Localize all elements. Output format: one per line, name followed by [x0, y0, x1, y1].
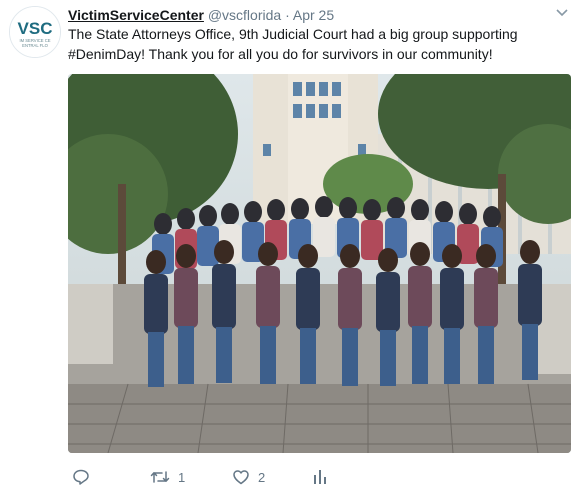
vsc-logo-text: VSC [18, 19, 53, 38]
tweet-actions: 1 2 [68, 466, 568, 488]
tweet-photo[interactable] [68, 74, 571, 453]
tweet-timestamp[interactable]: Apr 25 [293, 7, 334, 23]
author-name[interactable]: VictimServiceCenter [68, 7, 204, 23]
tweet-header: VictimServiceCenter @vscflorida · Apr 25 [68, 6, 550, 24]
tweet-text: The State Attorneys Office, 9th Judicial… [68, 24, 558, 64]
reply-button[interactable] [72, 466, 98, 488]
group-photo-icon [68, 74, 571, 453]
heart-icon [233, 470, 249, 485]
analytics-icon [314, 470, 326, 484]
author-avatar[interactable]: VSC IM SERVICE CE ENTRAL FLO [9, 6, 61, 58]
like-count: 2 [258, 469, 266, 485]
tweet-text-line-2: #DenimDay! Thank you for all you do for … [68, 46, 493, 62]
tweet-text-line-1: The State Attorneys Office, 9th Judicial… [68, 26, 518, 42]
retweet-icon [150, 471, 170, 483]
vsc-logo: VSC IM SERVICE CE ENTRAL FLO [10, 7, 60, 57]
retweet-count: 1 [178, 469, 186, 485]
chevron-down-icon[interactable] [556, 8, 568, 18]
reply-icon [73, 469, 89, 485]
separator-dot: · [285, 7, 290, 23]
like-button[interactable]: 2 [232, 466, 265, 488]
retweet-button[interactable]: 1 [150, 466, 185, 488]
vsc-logo-subtext-2: ENTRAL FLO [22, 43, 48, 48]
analytics-button[interactable] [312, 466, 336, 488]
author-handle[interactable]: @vscflorida [208, 7, 281, 23]
tweet-card[interactable]: VSC IM SERVICE CE ENTRAL FLO VictimServi… [0, 0, 580, 498]
